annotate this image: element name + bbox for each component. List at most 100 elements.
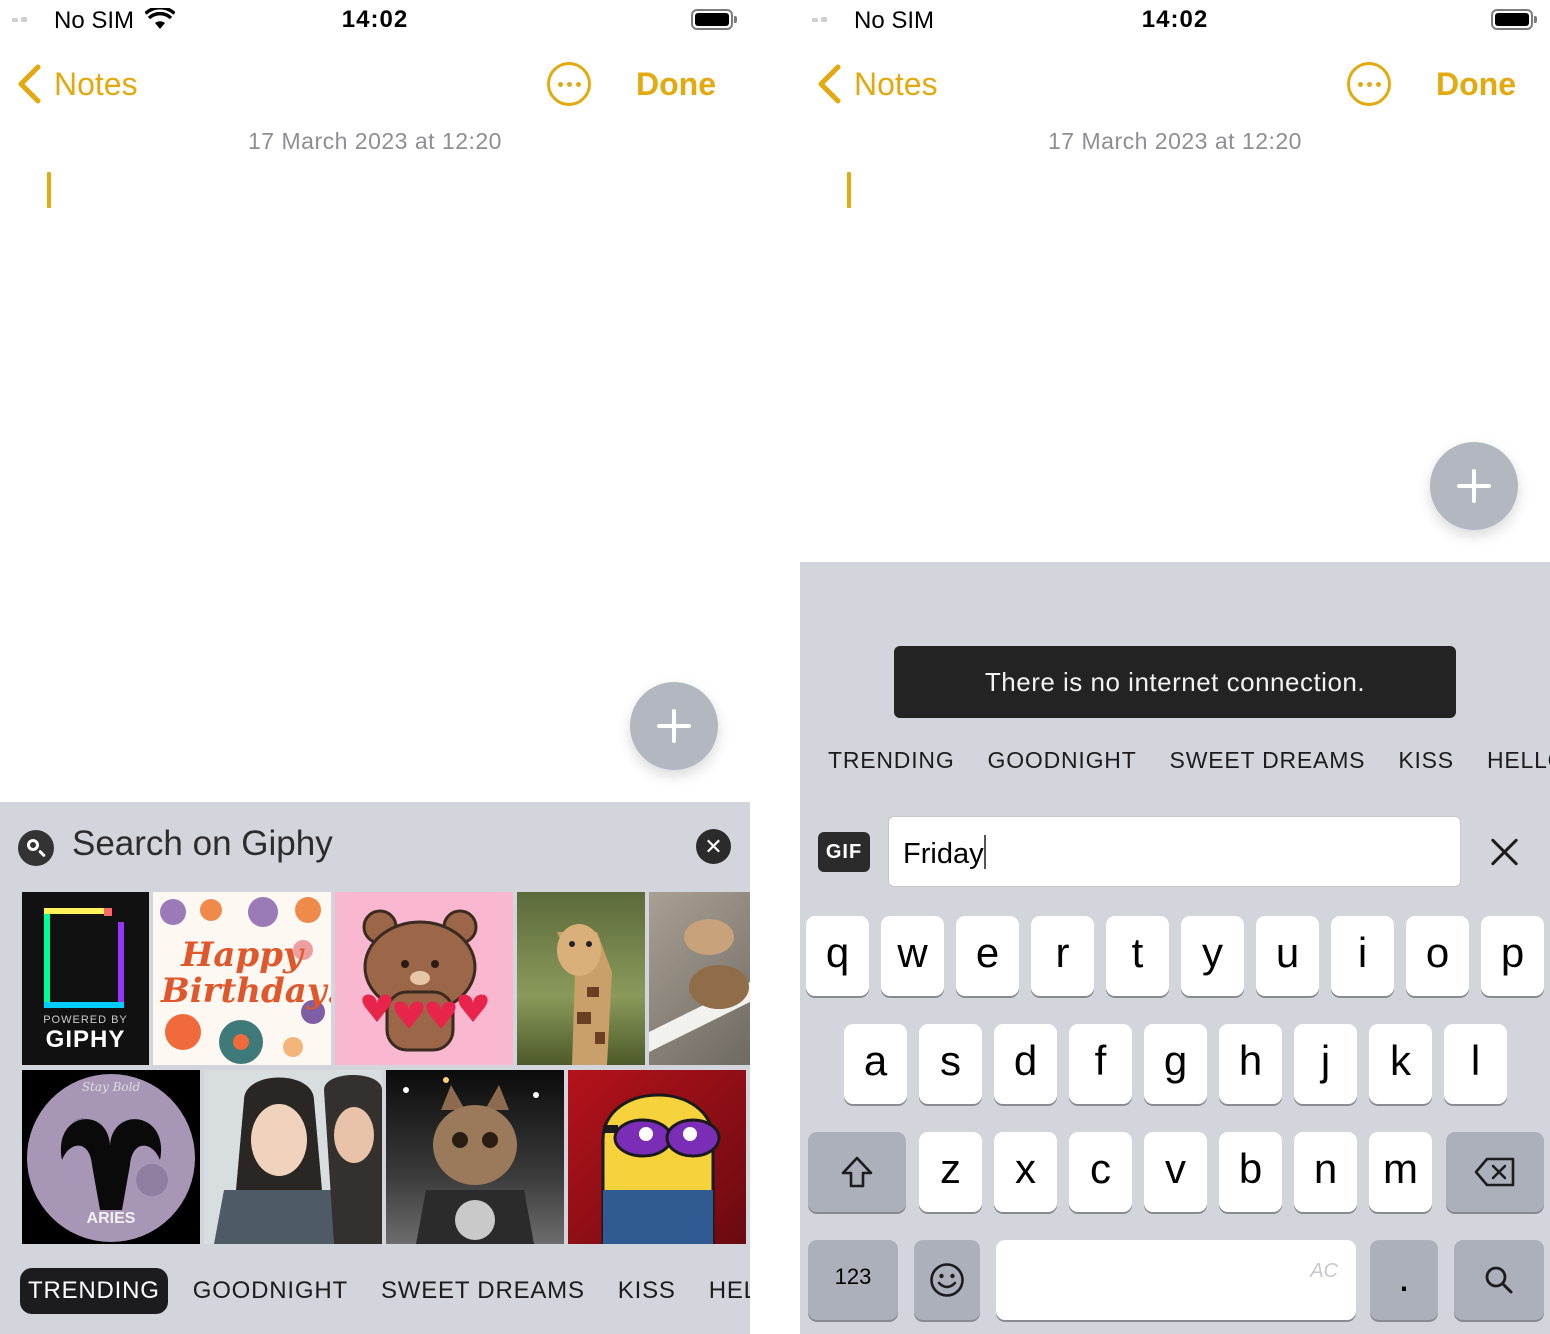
search-query-text: Friday bbox=[903, 838, 984, 870]
note-date: 17 March 2023 at 12:20 bbox=[1048, 128, 1302, 154]
key-w[interactable]: w bbox=[881, 916, 944, 996]
aries-label: ARIES bbox=[86, 1210, 136, 1227]
gif-giraffe[interactable] bbox=[517, 892, 645, 1065]
battery-icon bbox=[691, 9, 737, 30]
aries-top-label: Stay Bold bbox=[81, 1080, 141, 1094]
back-label: Notes bbox=[54, 65, 138, 102]
key-q[interactable]: q bbox=[806, 916, 869, 996]
key-r[interactable]: r bbox=[1031, 916, 1094, 996]
note-date: 17 March 2023 at 12:20 bbox=[248, 128, 502, 154]
text-caret[interactable] bbox=[47, 172, 51, 208]
tab-sweet-dreams[interactable]: SWEET DREAMS bbox=[1162, 740, 1374, 780]
chevron-left-icon bbox=[18, 64, 41, 104]
notes-screen-giphy: No SIM 14:02 Notes Done 17 March 2023 at… bbox=[0, 0, 750, 1334]
add-button[interactable] bbox=[630, 682, 718, 770]
close-icon[interactable] bbox=[1484, 832, 1524, 872]
key-k[interactable]: k bbox=[1369, 1024, 1432, 1104]
key-i[interactable]: i bbox=[1331, 916, 1394, 996]
status-bar: No SIM 14:02 bbox=[0, 0, 750, 44]
gif-minion[interactable] bbox=[568, 1070, 746, 1244]
space-key[interactable]: AC bbox=[996, 1240, 1356, 1320]
done-button[interactable]: Done bbox=[620, 62, 732, 106]
tab-trending[interactable]: TRENDING bbox=[820, 740, 963, 780]
autocorrect-badge: AC bbox=[1310, 1260, 1338, 1282]
status-bar: No SIM 14:02 bbox=[800, 0, 1550, 44]
gif-powered-by-giphy[interactable]: POWERED BY GIPHY bbox=[22, 892, 149, 1065]
key-f[interactable]: f bbox=[1069, 1024, 1132, 1104]
backspace-icon bbox=[1474, 1157, 1515, 1187]
emoji-icon bbox=[930, 1263, 964, 1297]
search-icon bbox=[1485, 1266, 1513, 1294]
emoji-key[interactable] bbox=[914, 1240, 980, 1320]
tab-goodnight[interactable]: GOODNIGHT bbox=[980, 740, 1145, 780]
key-p[interactable]: p bbox=[1481, 916, 1544, 996]
key-j[interactable]: j bbox=[1294, 1024, 1357, 1104]
text-caret[interactable] bbox=[847, 172, 851, 208]
shift-key[interactable] bbox=[808, 1132, 906, 1212]
more-options-icon[interactable] bbox=[547, 62, 591, 106]
battery-icon bbox=[1491, 9, 1537, 30]
key-u[interactable]: u bbox=[1256, 916, 1319, 996]
key-o[interactable]: o bbox=[1406, 916, 1469, 996]
category-tabs: TRENDING GOODNIGHT SWEET DREAMS KISS HEL… bbox=[20, 1268, 750, 1314]
no-internet-toast: There is no internet connection. bbox=[894, 646, 1456, 718]
clock: 14:02 bbox=[1141, 6, 1209, 33]
gif-search-keyboard: There is no internet connection. TRENDIN… bbox=[800, 562, 1550, 1334]
shift-icon bbox=[841, 1156, 873, 1188]
gif-tortoise[interactable] bbox=[649, 892, 750, 1065]
key-x[interactable]: x bbox=[994, 1132, 1057, 1212]
key-e[interactable]: e bbox=[956, 916, 1019, 996]
back-button[interactable]: Notes bbox=[16, 62, 138, 106]
clock: 14:02 bbox=[341, 6, 409, 33]
gif-happy-birthday[interactable]: Happy Birthday! bbox=[153, 892, 331, 1065]
chevron-left-icon bbox=[818, 64, 841, 104]
gif-aries-moon[interactable]: Stay Bold ARIES bbox=[22, 1070, 200, 1244]
period-key[interactable]: . bbox=[1370, 1240, 1438, 1320]
text-cursor bbox=[983, 835, 986, 869]
gif-bear-hearts[interactable] bbox=[335, 892, 513, 1065]
numbers-key[interactable]: 123 bbox=[808, 1240, 898, 1320]
key-m[interactable]: m bbox=[1369, 1132, 1432, 1212]
back-label: Notes bbox=[854, 65, 938, 102]
giphy-logo-label: GIPHY bbox=[45, 1026, 126, 1053]
clear-search-icon[interactable]: ✕ bbox=[696, 829, 731, 864]
done-button[interactable]: Done bbox=[1420, 62, 1532, 106]
tab-kiss[interactable]: KISS bbox=[610, 1268, 684, 1314]
gif-badge: GIF bbox=[818, 832, 870, 872]
tab-kiss[interactable]: KISS bbox=[1390, 740, 1462, 780]
tab-hello[interactable]: HELLO bbox=[1479, 740, 1550, 780]
key-a[interactable]: a bbox=[844, 1024, 907, 1104]
giphy-powered-label: POWERED BY bbox=[43, 1014, 128, 1026]
search-icon bbox=[18, 830, 54, 866]
giphy-keyboard: Search on Giphy ✕ POWERED BY GIPHY Happy… bbox=[0, 802, 750, 1334]
search-query: Friday bbox=[903, 835, 986, 871]
key-y[interactable]: y bbox=[1181, 916, 1244, 996]
key-n[interactable]: n bbox=[1294, 1132, 1357, 1212]
key-l[interactable]: l bbox=[1444, 1024, 1507, 1104]
key-c[interactable]: c bbox=[1069, 1132, 1132, 1212]
key-v[interactable]: v bbox=[1144, 1132, 1207, 1212]
backspace-key[interactable] bbox=[1446, 1132, 1544, 1212]
notes-screen-search: No SIM 14:02 Notes Done 17 March 2023 at… bbox=[800, 0, 1550, 1334]
tab-goodnight[interactable]: GOODNIGHT bbox=[185, 1268, 356, 1314]
key-h[interactable]: h bbox=[1219, 1024, 1282, 1104]
key-z[interactable]: z bbox=[919, 1132, 982, 1212]
gif-girls[interactable] bbox=[204, 1070, 382, 1244]
add-button[interactable] bbox=[1430, 442, 1518, 530]
gif-cat-motorcycle[interactable] bbox=[386, 1070, 564, 1244]
back-button[interactable]: Notes bbox=[816, 62, 938, 106]
tab-sweet-dreams[interactable]: SWEET DREAMS bbox=[373, 1268, 593, 1314]
giphy-search-input[interactable]: Search on Giphy bbox=[72, 824, 333, 864]
happy-birthday-label: Happy Birthday! bbox=[161, 935, 331, 1011]
gif-search-input[interactable]: Friday bbox=[888, 816, 1461, 887]
key-g[interactable]: g bbox=[1144, 1024, 1207, 1104]
category-tabs: TRENDING GOODNIGHT SWEET DREAMS KISS HEL… bbox=[820, 740, 1550, 780]
search-key[interactable] bbox=[1454, 1240, 1544, 1320]
key-t[interactable]: t bbox=[1106, 916, 1169, 996]
tab-trending[interactable]: TRENDING bbox=[20, 1268, 168, 1314]
key-d[interactable]: d bbox=[994, 1024, 1057, 1104]
tab-hello[interactable]: HELLO bbox=[701, 1268, 750, 1314]
key-s[interactable]: s bbox=[919, 1024, 982, 1104]
more-options-icon[interactable] bbox=[1347, 62, 1391, 106]
key-b[interactable]: b bbox=[1219, 1132, 1282, 1212]
